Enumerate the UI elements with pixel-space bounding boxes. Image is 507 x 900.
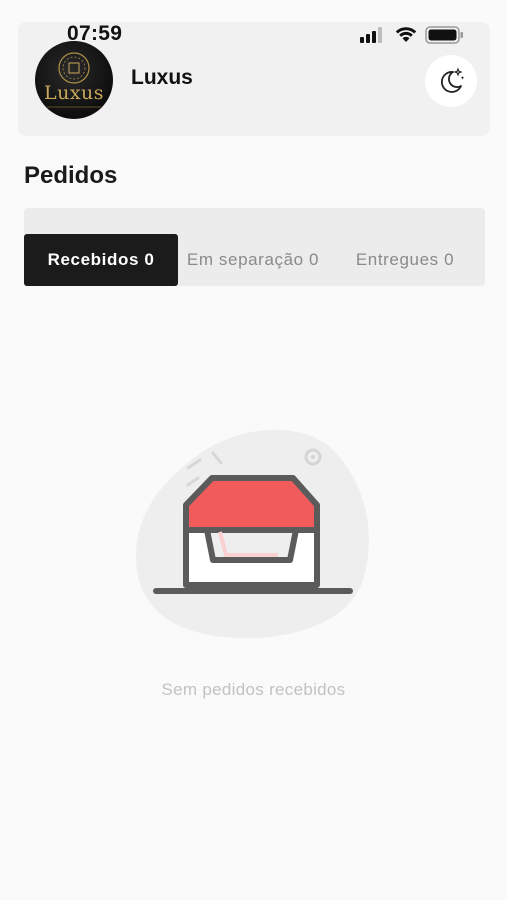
brand-name: Luxus — [131, 66, 193, 89]
tab-em-separacao[interactable]: Em separação 0 — [178, 234, 328, 286]
moon-stars-icon — [441, 67, 465, 93]
store-logo-avatar: Luxus — [35, 41, 113, 119]
empty-inbox-icon — [135, 429, 369, 639]
logo-ornament-icon — [47, 52, 101, 108]
logo-text: Luxus — [43, 82, 105, 104]
empty-state-message: Sem pedidos recebidos — [161, 680, 346, 699]
dark-mode-toggle-button[interactable] — [425, 55, 477, 107]
tab-recebidos[interactable]: Recebidos 0 — [24, 234, 178, 286]
wifi-icon — [395, 27, 417, 42]
order-status-tabs: Recebidos 0 Em separação 0 Entregues 0 — [24, 208, 485, 286]
tab-entregues[interactable]: Entregues 0 — [344, 234, 466, 286]
battery-icon — [425, 26, 463, 44]
page-title: Pedidos — [24, 162, 118, 189]
cellular-signal-icon — [360, 27, 382, 43]
